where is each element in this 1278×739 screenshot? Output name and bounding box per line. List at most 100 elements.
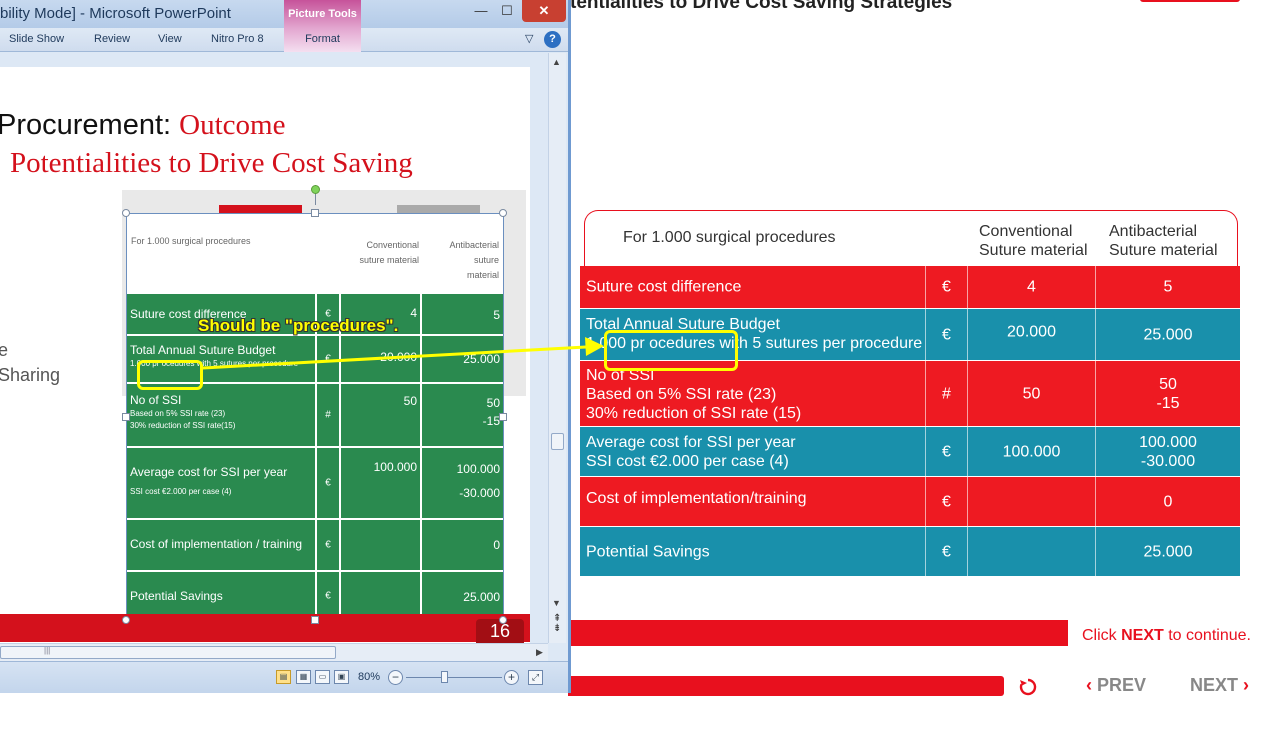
resize-handle[interactable] bbox=[499, 209, 507, 217]
zoom-out-icon[interactable]: − bbox=[388, 670, 403, 685]
slide-row-conv: 50 bbox=[341, 384, 422, 446]
zoom-in-icon[interactable]: + bbox=[504, 670, 519, 685]
row-unit: € bbox=[926, 477, 968, 526]
slide-side-text: e bbox=[0, 340, 8, 361]
vertical-scrollbar[interactable]: ▲ ▼ ⇞ ⇟ bbox=[548, 53, 566, 643]
scroll-right-icon[interactable]: ▶ bbox=[536, 647, 543, 658]
slide-header-line: material bbox=[466, 270, 499, 280]
scroll-up-icon[interactable]: ▲ bbox=[552, 57, 561, 67]
maximize-button[interactable]: ☐ bbox=[494, 0, 520, 22]
slide-row-unit-text: € bbox=[325, 353, 331, 365]
chevron-left-icon: ‹ bbox=[1086, 675, 1092, 695]
status-bar: ▤ ▦ ▭ ▣ 80% − + ⤢ bbox=[0, 661, 568, 693]
slide-table-row: No of SSI Based on 5% SSI rate (23) 30% … bbox=[127, 382, 503, 446]
slide-row-anti: 100.000 -30.000 bbox=[422, 448, 503, 518]
header-antibacterial: Antibacterial Suture material bbox=[1109, 222, 1218, 260]
tab-view[interactable]: View bbox=[158, 33, 182, 45]
slide-row-conv bbox=[341, 520, 422, 570]
slide-title[interactable]: Procurement: Outcome bbox=[0, 109, 285, 142]
prev-button[interactable]: ‹ PREV bbox=[1086, 675, 1146, 696]
row-antibacterial-value: 0 bbox=[1163, 493, 1173, 510]
resize-handle[interactable] bbox=[122, 209, 130, 217]
slide-title-black: Procurement: bbox=[0, 109, 180, 141]
table-row: Average cost for SSI per year SSI cost €… bbox=[580, 426, 1240, 476]
slide-row-unit-text: € bbox=[325, 539, 331, 551]
slide-sorter-icon[interactable]: ▦ bbox=[296, 670, 311, 684]
zoom-slider-track[interactable] bbox=[406, 677, 502, 678]
slide-header-line: Conventional bbox=[366, 240, 419, 250]
row-antibacterial: 25.000 bbox=[1096, 309, 1240, 360]
slide-table-picture[interactable]: For 1.000 surgical procedures Convention… bbox=[126, 213, 504, 621]
slide-row-anti: 5 bbox=[493, 308, 500, 322]
slide-row-conv: 20.000 bbox=[341, 336, 422, 382]
tab-nitro[interactable]: Nitro Pro 8 bbox=[211, 33, 264, 45]
row-antibacterial-value: 5 bbox=[1163, 278, 1173, 296]
slide-header-conventional: Conventional suture material bbox=[359, 238, 419, 268]
row-label-text: Cost of implementation/training bbox=[586, 490, 807, 507]
slide-row-unit-text: # bbox=[325, 409, 331, 421]
tab-slide-show[interactable]: Slide Show bbox=[9, 33, 64, 45]
slide-subtitle[interactable]: Potentialities to Drive Cost Saving bbox=[10, 147, 413, 180]
progress-bar bbox=[568, 620, 1068, 646]
page-nav-icon[interactable]: ⇞ ⇟ bbox=[553, 614, 561, 634]
row-label-line2: SSI cost €2.000 per case (4) bbox=[586, 453, 789, 470]
resize-handle[interactable] bbox=[499, 413, 507, 421]
row-unit: € bbox=[926, 266, 968, 308]
next-button[interactable]: NEXT › bbox=[1190, 675, 1249, 696]
slide-row-anti: 25.000 bbox=[463, 590, 500, 604]
slide-show-icon[interactable]: ▣ bbox=[334, 670, 349, 684]
scroll-down-icon[interactable]: ▼ bbox=[552, 598, 561, 608]
row-antibacterial: 100.000 -30.000 bbox=[1096, 427, 1240, 476]
scrollbar-thumb[interactable] bbox=[0, 646, 336, 659]
replay-icon[interactable] bbox=[1017, 676, 1039, 698]
row-label: Suture cost difference bbox=[580, 266, 926, 308]
row-unit-text: € bbox=[942, 443, 951, 460]
reading-view-icon[interactable]: ▭ bbox=[315, 670, 330, 684]
slide-row-anti-value: 100.000 bbox=[456, 462, 500, 476]
slide-header-label: For 1.000 surgical procedures bbox=[131, 236, 251, 246]
slide-row-label: Average cost for SSI per year SSI cost €… bbox=[127, 448, 317, 518]
row-unit: # bbox=[926, 361, 968, 426]
slide-row-unit: € bbox=[317, 572, 341, 620]
row-conventional-value: 20.000 bbox=[1007, 323, 1056, 340]
slide-row-label: Cost of implementation / training bbox=[127, 520, 317, 570]
resize-handle[interactable] bbox=[122, 413, 130, 421]
slide-row-unit: € bbox=[317, 520, 341, 570]
row-unit: € bbox=[926, 309, 968, 360]
chevron-right-icon: › bbox=[1243, 675, 1250, 695]
row-antibacterial-delta: -30.000 bbox=[1140, 452, 1196, 470]
minimize-button[interactable]: — bbox=[468, 0, 494, 22]
fit-to-window-icon[interactable]: ⤢ bbox=[528, 670, 543, 685]
slide-side-text: Sharing bbox=[0, 365, 61, 385]
zoom-slider-thumb[interactable] bbox=[441, 671, 448, 683]
powerpoint-window: bility Mode] - Microsoft PowerPoint — ☐ … bbox=[0, 0, 571, 693]
slide-row-label-text: No of SSI bbox=[130, 393, 182, 407]
slide-header-line: suture material bbox=[359, 255, 419, 265]
row-label-text: Suture cost difference bbox=[586, 278, 742, 296]
close-button[interactable]: ✕ bbox=[522, 0, 566, 22]
header-conventional-line1: Conventional bbox=[979, 223, 1073, 240]
slide-footer-bar bbox=[0, 614, 530, 642]
tab-format[interactable]: Format bbox=[284, 33, 361, 45]
rotation-handle[interactable] bbox=[311, 185, 320, 194]
tab-review[interactable]: Review bbox=[94, 33, 130, 45]
normal-view-icon[interactable]: ▤ bbox=[276, 670, 291, 684]
picture-tools-context: Picture Tools Format bbox=[284, 0, 361, 52]
ribbon-collapse-icon[interactable]: ▽ bbox=[525, 32, 533, 45]
slide-table-row: Cost of implementation / training € 0 bbox=[127, 518, 503, 570]
row-unit: € bbox=[926, 527, 968, 576]
slide-row-unit-text: € bbox=[325, 590, 331, 602]
scrollbar-thumb[interactable] bbox=[551, 433, 564, 450]
resize-handle[interactable] bbox=[122, 616, 130, 624]
audio-progress-bar[interactable] bbox=[568, 676, 1004, 696]
resize-handle[interactable] bbox=[311, 616, 319, 624]
slide-table-header: For 1.000 surgical procedures Convention… bbox=[127, 214, 503, 292]
horizontal-scrollbar[interactable]: ||| ▶ bbox=[0, 643, 548, 661]
row-label: Cost of implementation/training bbox=[580, 477, 926, 526]
zoom-level[interactable]: 80% bbox=[358, 671, 380, 683]
resize-handle[interactable] bbox=[499, 616, 507, 624]
resize-handle[interactable] bbox=[311, 209, 319, 217]
slide-table-row: Average cost for SSI per year SSI cost €… bbox=[127, 446, 503, 518]
help-icon[interactable]: ? bbox=[544, 31, 561, 48]
slide-row-unit-text: € bbox=[325, 477, 331, 489]
